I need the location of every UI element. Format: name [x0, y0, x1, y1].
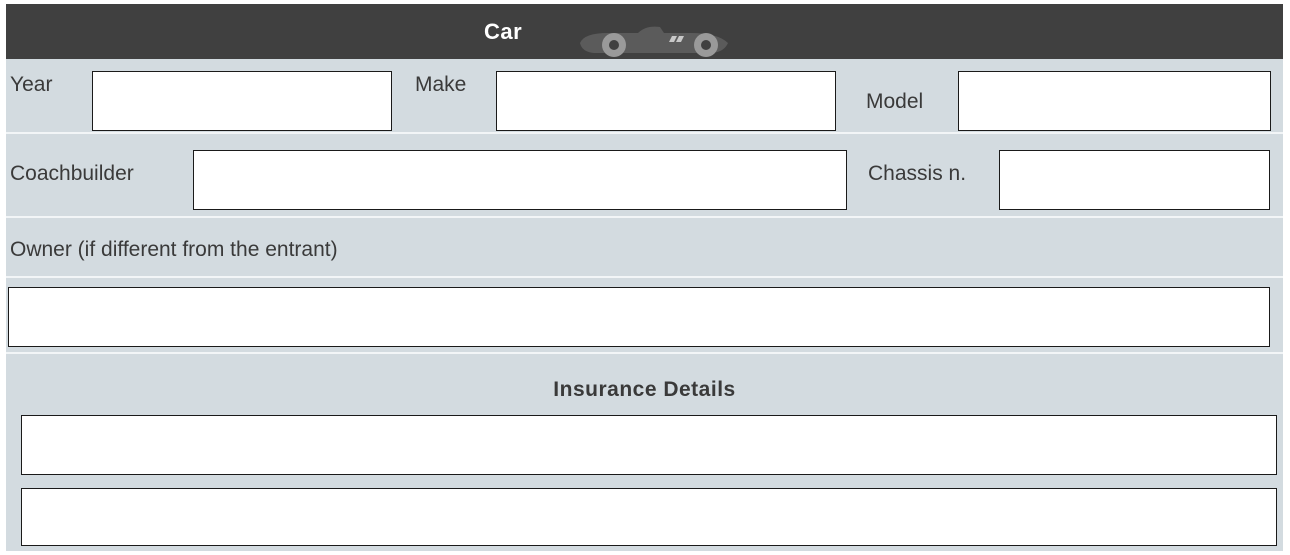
year-field[interactable] [92, 71, 392, 131]
race-car-icon [580, 26, 728, 57]
row-owner-field [6, 278, 1283, 354]
model-field[interactable] [958, 71, 1271, 131]
chassis-field[interactable] [999, 150, 1270, 210]
insurance-section-title: Insurance Details [553, 378, 736, 401]
car-section-header: Car [6, 4, 1283, 59]
owner-field[interactable] [8, 287, 1270, 347]
insurance-field-1[interactable] [21, 415, 1277, 475]
row-coachbuilder-chassis: Coachbuilder Chassis n. [6, 134, 1283, 218]
model-label: Model [866, 90, 924, 113]
car-section-title: Car [484, 19, 523, 44]
coachbuilder-label: Coachbuilder [10, 162, 134, 185]
make-field[interactable] [496, 71, 836, 131]
year-label: Year [10, 73, 53, 96]
insurance-field-2[interactable] [21, 488, 1277, 546]
coachbuilder-field[interactable] [193, 150, 847, 210]
row-year-make-model: Year Make Model [6, 59, 1283, 134]
row-owner-label: Owner (if different from the entrant) [6, 218, 1283, 278]
owner-label: Owner (if different from the entrant) [10, 238, 338, 261]
car-form: Car Year Make Model Coachbuilder Chassis… [6, 4, 1283, 551]
make-label: Make [415, 73, 467, 96]
chassis-label: Chassis n. [868, 162, 967, 185]
